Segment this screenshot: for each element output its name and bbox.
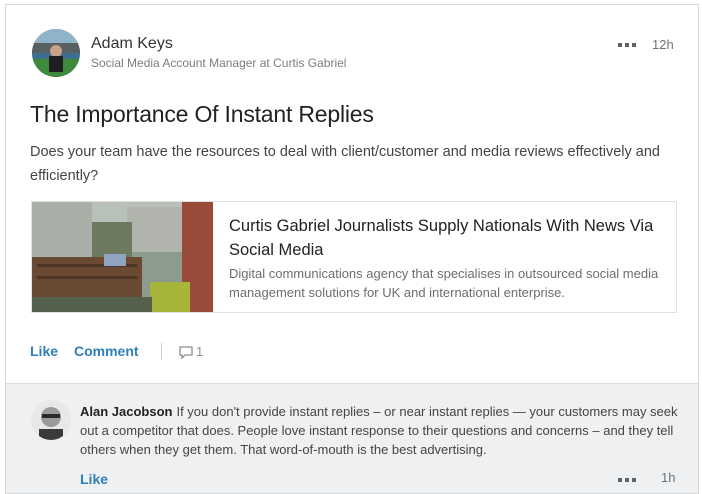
comment-button[interactable]: Comment: [74, 343, 139, 359]
comment-like-button[interactable]: Like: [80, 471, 108, 487]
post-timestamp: 12h: [652, 37, 674, 52]
post-body: Does your team have the resources to dea…: [30, 144, 660, 184]
comment-more-dots-icon[interactable]: [618, 477, 640, 483]
more-dots-icon[interactable]: [618, 42, 640, 48]
link-preview-title[interactable]: Curtis Gabriel Journalists Supply Nation…: [229, 214, 659, 262]
author-name[interactable]: Adam Keys: [91, 35, 173, 53]
link-preview[interactable]: Curtis Gabriel Journalists Supply Nation…: [31, 201, 677, 313]
commenter-name[interactable]: Alan Jacobson: [80, 404, 172, 419]
comment-body: Alan Jacobson If you don't provide instan…: [80, 402, 680, 459]
link-preview-image: [32, 202, 213, 312]
comments-section: Alan Jacobson If you don't provide instan…: [6, 383, 698, 493]
link-preview-description: Digital communications agency that speci…: [229, 266, 659, 300]
author-headline: Social Media Account Manager at Curtis G…: [91, 56, 347, 70]
comment-bubble-icon: [179, 346, 193, 360]
action-divider: [161, 343, 162, 360]
commenter-avatar[interactable]: [31, 400, 71, 440]
comment-count-value: 1: [196, 344, 204, 359]
post-title: The Importance Of Instant Replies: [30, 101, 374, 127]
like-button[interactable]: Like: [30, 343, 58, 359]
post-card: Adam Keys Social Media Account Manager a…: [5, 4, 699, 494]
author-avatar[interactable]: [32, 29, 80, 77]
comment-timestamp: 1h: [661, 470, 676, 485]
comment-count[interactable]: 1: [179, 344, 204, 360]
